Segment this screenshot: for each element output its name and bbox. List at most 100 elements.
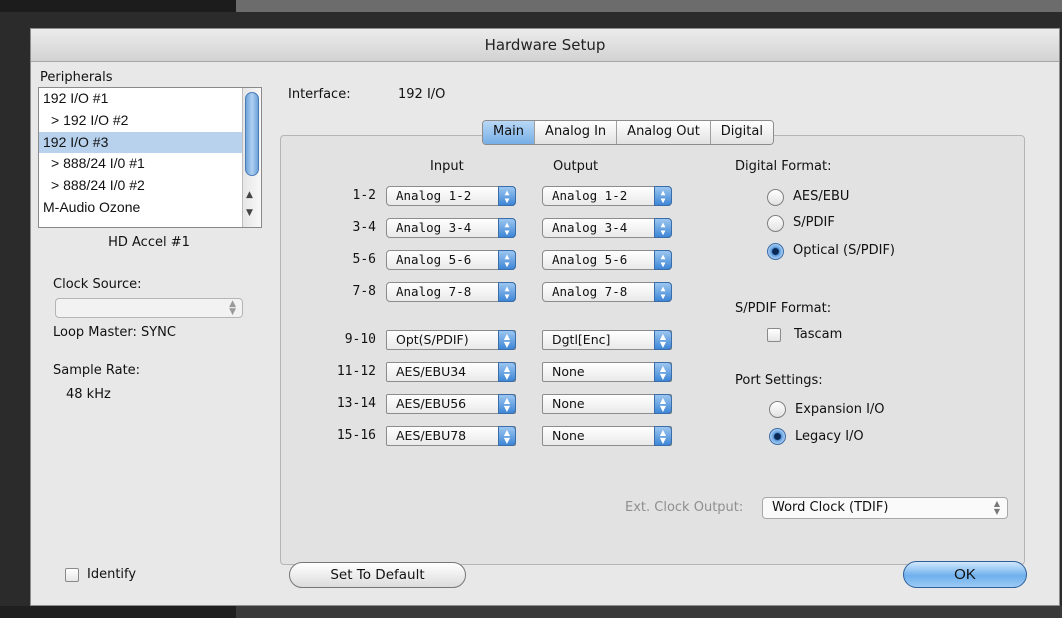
output-popup-value: Analog 3-4 <box>552 220 628 235</box>
radio-legacy-io[interactable] <box>769 428 786 445</box>
peripheral-item[interactable]: 192 I/O #1 <box>39 88 261 110</box>
peripheral-item[interactable]: > 888/24 I/0 #2 <box>39 175 261 197</box>
popup-arrows-icon: ▲ ▼ <box>654 362 672 382</box>
popup-arrows-icon: ▲ ▼ <box>654 394 672 414</box>
output-popup-value: None <box>552 428 585 443</box>
channel-label: 15-16 <box>336 428 376 443</box>
tascam-label: Tascam <box>794 327 843 342</box>
input-popup[interactable]: Analog 1-2 ▲ ▼ <box>386 186 516 206</box>
scroll-down-icon[interactable]: ▼ <box>246 208 253 218</box>
popup-arrows-icon: ▲ ▼ <box>498 282 516 302</box>
scroll-up-icon[interactable]: ▲ <box>246 190 253 200</box>
peripherals-label: Peripherals <box>40 70 113 85</box>
output-popup[interactable]: Analog 1-2 ▲ ▼ <box>542 186 672 206</box>
input-popup-value: Analog 7-8 <box>396 284 472 299</box>
peripheral-item[interactable]: 192 I/O #3 <box>39 131 261 154</box>
ext-clock-value: Word Clock (TDIF) <box>772 500 889 515</box>
tab-bar: Main Analog In Analog Out Digital <box>482 120 774 145</box>
radio-expansion-io[interactable] <box>769 401 786 418</box>
hardware-setup-dialog: Hardware Setup Peripherals 192 I/O #1 > 1… <box>30 28 1060 606</box>
radio-aes-ebu[interactable] <box>767 189 784 206</box>
identify-checkbox[interactable] <box>65 568 79 582</box>
output-popup[interactable]: None ▲ ▼ <box>542 426 672 446</box>
popup-arrows-icon: ▲ ▼ <box>498 362 516 382</box>
background-dark-left <box>0 0 236 12</box>
peripheral-item[interactable]: > 888/24 I/0 #1 <box>39 153 261 175</box>
peripherals-scrollbar[interactable]: ▲ ▼ <box>242 88 261 227</box>
input-popup[interactable]: Analog 7-8 ▲ ▼ <box>386 282 516 302</box>
scrollbar-thumb[interactable] <box>245 92 259 176</box>
tab-analog-in[interactable]: Analog In <box>535 121 618 144</box>
identify-label: Identify <box>87 567 137 582</box>
popup-arrows-icon: ▲ ▼ <box>654 218 672 238</box>
peripherals-list[interactable]: 192 I/O #1 > 192 I/O #2 192 I/O #3 > 888/24… <box>38 87 262 228</box>
input-popup-value: AES/EBU34 <box>396 364 467 379</box>
port-settings-label: Port Settings: <box>735 373 823 388</box>
clock-source-label: Clock Source: <box>53 277 142 292</box>
popup-arrows-icon: ▲ ▼ <box>654 282 672 302</box>
output-popup[interactable]: None ▲ ▼ <box>542 362 672 382</box>
ext-clock-label: Ext. Clock Output: <box>625 500 744 515</box>
output-popup[interactable]: Analog 7-8 ▲ ▼ <box>542 282 672 302</box>
popup-arrows-icon: ▲ ▼ <box>498 330 516 350</box>
channel-label: 1-2 <box>352 188 376 203</box>
output-popup-value: None <box>552 364 585 379</box>
input-popup[interactable]: AES/EBU78 ▲ ▼ <box>386 426 516 446</box>
tab-analog-out[interactable]: Analog Out <box>617 121 711 144</box>
sample-rate-label: Sample Rate: <box>53 363 141 378</box>
digital-format-label: Digital Format: <box>735 159 832 174</box>
input-popup-value: AES/EBU56 <box>396 396 467 411</box>
peripheral-item[interactable]: > 192 I/O #2 <box>39 110 261 132</box>
output-popup[interactable]: Dgtl[Enc] ▲ ▼ <box>542 330 672 350</box>
channel-label: 13-14 <box>336 396 376 411</box>
peripheral-item[interactable]: M-Audio Ozone <box>39 197 261 219</box>
sample-rate-value: 48 kHz <box>66 387 111 402</box>
output-popup-value: Dgtl[Enc] <box>552 332 611 347</box>
clock-source-popup[interactable]: ▲ ▼ <box>55 298 243 318</box>
radio-spdif-label: S/PDIF <box>793 215 835 230</box>
output-popup[interactable]: Analog 5-6 ▲ ▼ <box>542 250 672 270</box>
tab-digital[interactable]: Digital <box>710 121 773 144</box>
channel-label: 11-12 <box>336 364 376 379</box>
channel-label: 3-4 <box>352 220 376 235</box>
channel-label: 5-6 <box>352 252 376 267</box>
input-popup-value: Analog 5-6 <box>396 252 472 267</box>
popup-stepper-icon: ▲ ▼ <box>229 299 236 317</box>
input-popup-value: Analog 1-2 <box>396 188 472 203</box>
card-label: HD Accel #1 <box>108 235 190 250</box>
input-popup[interactable]: Analog 5-6 ▲ ▼ <box>386 250 516 270</box>
input-popup-value: Opt(S/PDIF) <box>396 332 469 347</box>
radio-aes-ebu-label: AES/EBU <box>793 189 850 204</box>
tab-main[interactable]: Main <box>483 121 536 144</box>
popup-arrows-icon: ▲ ▼ <box>654 426 672 446</box>
set-to-default-button[interactable]: Set To Default <box>289 562 466 588</box>
popup-arrows-icon: ▲ ▼ <box>498 186 516 206</box>
tascam-checkbox[interactable] <box>767 328 781 342</box>
radio-expansion-io-label: Expansion I/O <box>795 402 885 417</box>
input-popup[interactable]: Opt(S/PDIF) ▲ ▼ <box>386 330 516 350</box>
radio-optical-spdif[interactable] <box>767 243 784 260</box>
channel-label: 9-10 <box>344 332 376 347</box>
input-popup[interactable]: AES/EBU34 ▲ ▼ <box>386 362 516 382</box>
spdif-format-label: S/PDIF Format: <box>735 301 832 316</box>
background-bottom <box>0 606 1062 618</box>
ok-button[interactable]: OK <box>903 561 1027 588</box>
popup-arrows-icon: ▲ ▼ <box>654 186 672 206</box>
background-dark-left-bottom <box>0 606 236 618</box>
radio-optical-spdif-label: Optical (S/PDIF) <box>793 243 895 258</box>
input-popup[interactable]: Analog 3-4 ▲ ▼ <box>386 218 516 238</box>
input-popup-value: AES/EBU78 <box>396 428 467 443</box>
background-top <box>0 0 1062 12</box>
input-popup[interactable]: AES/EBU56 ▲ ▼ <box>386 394 516 414</box>
popup-arrows-icon: ▲ ▼ <box>498 426 516 446</box>
output-popup-value: Analog 1-2 <box>552 188 628 203</box>
output-popup[interactable]: Analog 3-4 ▲ ▼ <box>542 218 672 238</box>
radio-spdif[interactable] <box>767 215 784 232</box>
output-popup[interactable]: None ▲ ▼ <box>542 394 672 414</box>
background-strip <box>236 0 1062 12</box>
radio-legacy-io-label: Legacy I/O <box>795 429 864 444</box>
ext-clock-popup[interactable]: Word Clock (TDIF) ▲ ▼ <box>762 497 1008 519</box>
input-popup-value: Analog 3-4 <box>396 220 472 235</box>
output-header: Output <box>553 159 599 174</box>
interface-value: 192 I/O <box>398 87 446 102</box>
